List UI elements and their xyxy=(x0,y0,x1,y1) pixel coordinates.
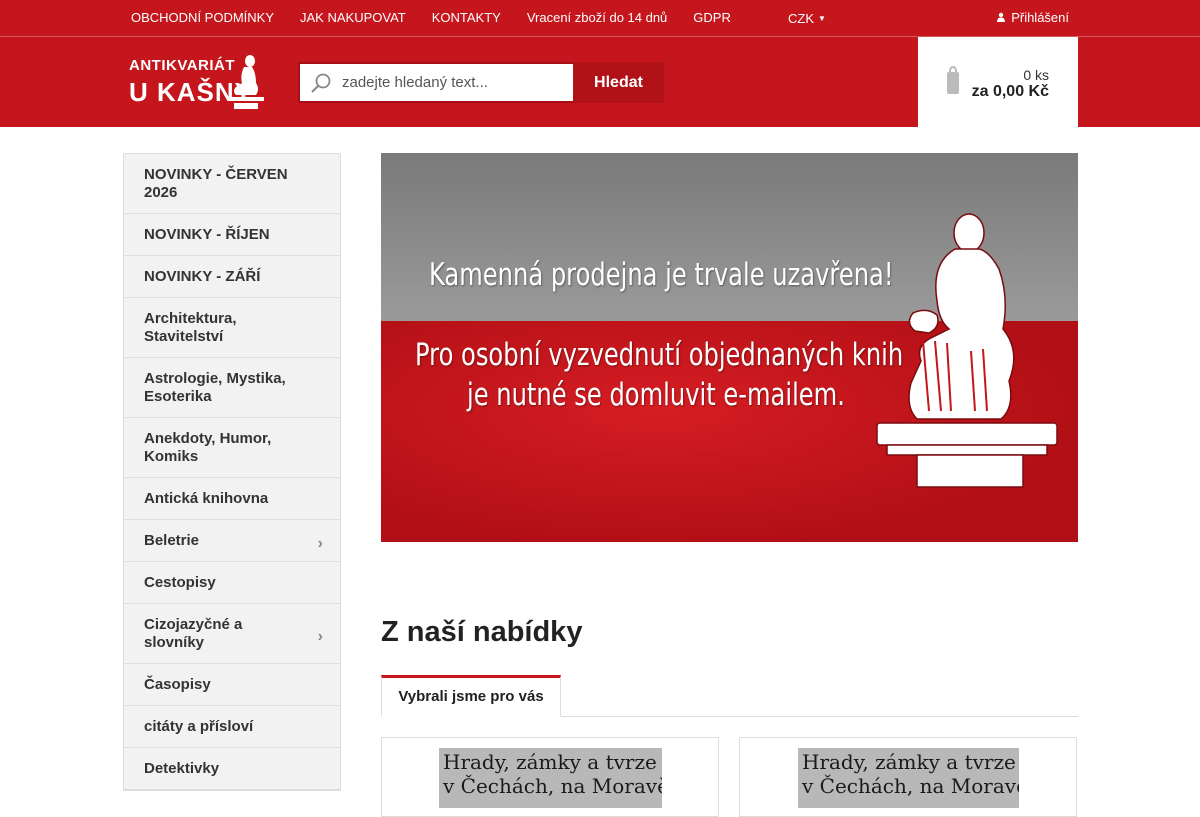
search-form: Hledat xyxy=(298,62,664,103)
sidebar-item-label: NOVINKY - ZÁŘÍ xyxy=(144,268,261,285)
top-bar: OBCHODNÍ PODMÍNKY JAK NAKUPOVAT KONTAKTY… xyxy=(0,0,1200,37)
login-label: Přihlášení xyxy=(1011,9,1069,25)
chevron-right-icon[interactable]: › xyxy=(318,628,323,646)
nav-link-gdpr[interactable]: GDPR xyxy=(680,0,744,36)
sidebar-item-label: Architektura, Stavitelství xyxy=(144,310,237,345)
sidebar-item-label: NOVINKY - ČERVEN 2026 xyxy=(144,166,288,201)
offer-title: Z naší nabídky xyxy=(381,616,583,648)
tab-selected-for-you[interactable]: Vybrali jsme pro vás xyxy=(381,675,561,717)
currency-selector[interactable]: CZK ▼ xyxy=(788,0,826,36)
sidebar-item[interactable]: NOVINKY - ČERVEN 2026 xyxy=(124,154,340,214)
search-input[interactable] xyxy=(342,74,562,91)
nav-link-returns[interactable]: Vracení zboží do 14 dnů xyxy=(514,0,680,36)
cover-title-line2: v Čechách, na Moravě xyxy=(443,774,662,798)
sidebar-item-label: Anekdoty, Humor, Komiks xyxy=(144,430,272,465)
cover-title-line2: v Čechách, na Moravě xyxy=(802,774,1019,798)
sidebar-item-label: Antická knihovna xyxy=(144,490,269,507)
sidebar-item[interactable]: citáty a přísloví xyxy=(124,706,340,748)
statue-illustration xyxy=(876,213,1058,488)
nav-link-contacts[interactable]: KONTAKTY xyxy=(419,0,514,36)
product-cover-image[interactable]: Hrady, zámky a tvrze v Čechách, na Morav… xyxy=(798,748,1019,808)
category-sidebar: NOVINKY - ČERVEN 2026 NOVINKY - ŘÍJEN NOVI… xyxy=(123,153,341,791)
sidebar-item[interactable]: Architektura, Stavitelství xyxy=(124,298,340,358)
sidebar-item[interactable]: Cizojazyčné a slovníky › xyxy=(124,604,340,664)
sidebar-item[interactable]: NOVINKY - ŘÍJEN xyxy=(124,214,340,256)
product-card[interactable]: Hrady, zámky a tvrze v Čechách, na Morav… xyxy=(381,737,719,817)
nav-link-how-to-buy[interactable]: JAK NAKUPOVAT xyxy=(287,0,419,36)
offer-tabs: Vybrali jsme pro vás xyxy=(381,675,1078,717)
sidebar-item[interactable]: Antická knihovna xyxy=(124,478,340,520)
sidebar-item[interactable]: Cestopisy xyxy=(124,562,340,604)
product-cover-image[interactable]: Hrady, zámky a tvrze v Čechách, na Morav… xyxy=(439,748,662,808)
banner-line3: je nutné se domluvit e-mailem. xyxy=(467,377,845,413)
cover-title-line1: Hrady, zámky a tvrze xyxy=(443,750,657,774)
sidebar-item-label: citáty a přísloví xyxy=(144,718,254,735)
sidebar-item-label: Detektivky xyxy=(144,760,220,777)
user-icon xyxy=(997,12,1006,22)
fountain-statue-icon xyxy=(228,55,264,109)
top-nav: OBCHODNÍ PODMÍNKY JAK NAKUPOVAT KONTAKTY… xyxy=(118,0,744,36)
cart-total: za 0,00 Kč xyxy=(971,83,1049,100)
sidebar-item[interactable]: Časopisy xyxy=(124,664,340,706)
sidebar-item-label: Beletrie xyxy=(144,532,200,549)
sidebar-item-label: Astrologie, Mystika, Esoterika xyxy=(144,370,286,405)
chevron-right-icon[interactable]: › xyxy=(318,535,323,553)
promo-banner[interactable]: Kamenná prodejna je trvale uzavřena! Pro… xyxy=(381,153,1078,542)
cover-title-line1: Hrady, zámky a tvrze xyxy=(802,750,1016,774)
sidebar-item[interactable]: NOVINKY - ZÁŘÍ xyxy=(124,256,340,298)
sidebar-item-label: Časopisy xyxy=(144,676,211,693)
sidebar-item[interactable]: Anekdoty, Humor, Komiks xyxy=(124,418,340,478)
cart-widget[interactable]: 0 ks za 0,00 Kč xyxy=(918,37,1078,127)
logo[interactable]: ANTIKVARIÁT U KAŠNY xyxy=(129,53,269,113)
sidebar-item[interactable]: Astrologie, Mystika, Esoterika xyxy=(124,358,340,418)
cart-icon xyxy=(947,66,959,94)
nav-link-terms[interactable]: OBCHODNÍ PODMÍNKY xyxy=(118,0,287,36)
search-field xyxy=(298,62,573,103)
sidebar-item-label: Cizojazyčné a slovníky xyxy=(144,616,243,651)
search-icon xyxy=(311,73,331,93)
sidebar-item[interactable]: Detektivky xyxy=(124,748,340,790)
currency-label: CZK xyxy=(788,10,814,26)
caret-down-icon: ▼ xyxy=(818,13,826,23)
sidebar-item[interactable]: Beletrie › xyxy=(124,520,340,562)
search-button[interactable]: Hledat xyxy=(573,62,664,103)
login-link[interactable]: Přihlášení xyxy=(997,0,1069,34)
product-card[interactable]: Hrady, zámky a tvrze v Čechách, na Morav… xyxy=(739,737,1077,817)
banner-line2: Pro osobní vyzvednutí objednaných knih xyxy=(415,337,904,373)
header: ANTIKVARIÁT U KAŠNY Hledat 0 ks za 0,00 … xyxy=(0,37,1200,127)
cart-count: 0 ks xyxy=(1023,67,1049,83)
sidebar-item-label: Cestopisy xyxy=(144,574,216,591)
banner-line1: Kamenná prodejna je trvale uzavřena! xyxy=(429,257,894,293)
logo-line1: ANTIKVARIÁT xyxy=(129,57,236,74)
sidebar-item-label: NOVINKY - ŘÍJEN xyxy=(144,226,270,243)
